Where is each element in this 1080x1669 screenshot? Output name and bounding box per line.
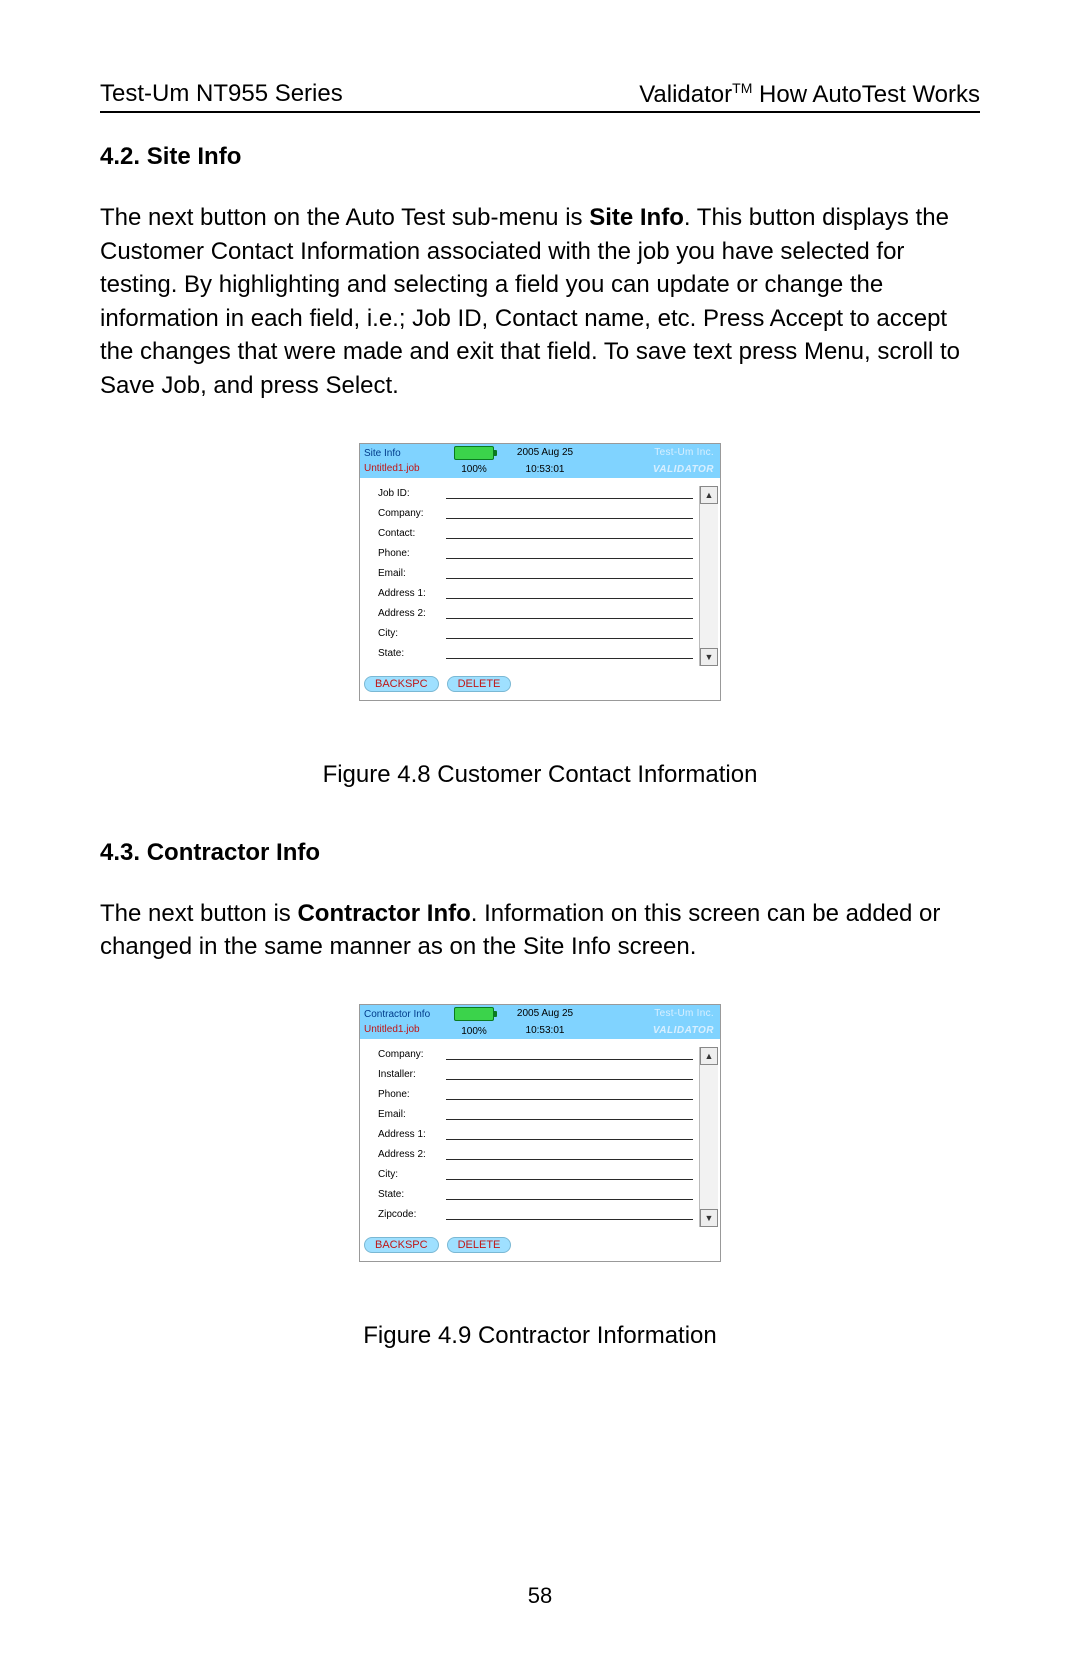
page-number: 58 xyxy=(0,1583,1080,1609)
field-input[interactable] xyxy=(446,1067,693,1080)
scrollbar[interactable]: ▲ ▼ xyxy=(699,486,718,666)
figure-4-9-caption: Figure 4.9 Contractor Information xyxy=(100,1322,980,1350)
date-label: 2005 Aug 25 xyxy=(502,447,588,458)
field-input[interactable] xyxy=(446,1127,693,1140)
field-input[interactable] xyxy=(446,586,693,599)
brand-company: Test-Um Inc. xyxy=(654,1008,714,1019)
contractor-info-screenshot: Contractor Info Untitled1.job 100% 2005 … xyxy=(359,1004,721,1262)
field-label: Company: xyxy=(378,508,440,519)
figure-4-8-caption: Figure 4.8 Customer Contact Information xyxy=(100,761,980,789)
field-label: City: xyxy=(378,1169,440,1180)
field-input[interactable] xyxy=(446,546,693,559)
field-label: Phone: xyxy=(378,1089,440,1100)
battery-percent: 100% xyxy=(461,464,487,475)
site-info-screenshot: Site Info Untitled1.job 100% 2005 Aug 25… xyxy=(359,443,721,701)
brand-company: Test-Um Inc. xyxy=(654,447,714,458)
date-label: 2005 Aug 25 xyxy=(502,1008,588,1019)
scroll-down-icon[interactable]: ▼ xyxy=(700,648,718,666)
job-filename: Untitled1.job xyxy=(364,1024,442,1035)
trademark-superscript: TM xyxy=(732,80,752,96)
delete-button[interactable]: DELETE xyxy=(447,676,512,692)
header-left: Test-Um NT955 Series xyxy=(100,80,343,109)
screen-title: Site Info xyxy=(364,448,442,459)
section-4-3-title: 4.3. Contractor Info xyxy=(100,839,980,867)
scroll-down-icon[interactable]: ▼ xyxy=(700,1209,718,1227)
device-header: Site Info Untitled1.job 100% 2005 Aug 25… xyxy=(360,444,720,478)
page-header: Test-Um NT955 Series ValidatorTM How Aut… xyxy=(100,80,980,113)
field-input[interactable] xyxy=(446,506,693,519)
field-label: Email: xyxy=(378,568,440,579)
header-right: ValidatorTM How AutoTest Works xyxy=(639,80,980,109)
field-label: State: xyxy=(378,648,440,659)
battery-icon xyxy=(454,446,494,460)
field-label: Installer: xyxy=(378,1069,440,1080)
field-label: Company: xyxy=(378,1049,440,1060)
field-input[interactable] xyxy=(446,1087,693,1100)
field-label: Phone: xyxy=(378,548,440,559)
field-label: Zipcode: xyxy=(378,1209,440,1220)
field-label: Address 1: xyxy=(378,588,440,599)
section-4-2-title: 4.2. Site Info xyxy=(100,143,980,171)
field-label: Email: xyxy=(378,1109,440,1120)
brand-product: VALIDATOR xyxy=(653,1025,714,1036)
field-label: Address 1: xyxy=(378,1129,440,1140)
delete-button[interactable]: DELETE xyxy=(447,1237,512,1253)
field-label: Contact: xyxy=(378,528,440,539)
job-filename: Untitled1.job xyxy=(364,463,442,474)
field-input[interactable] xyxy=(446,566,693,579)
section-4-2-paragraph: The next button on the Auto Test sub-men… xyxy=(100,201,980,403)
field-label: Job ID: xyxy=(378,488,440,499)
scroll-up-icon[interactable]: ▲ xyxy=(700,486,718,504)
scrollbar[interactable]: ▲ ▼ xyxy=(699,1047,718,1227)
field-input[interactable] xyxy=(446,606,693,619)
field-input[interactable] xyxy=(446,1187,693,1200)
screen-title: Contractor Info xyxy=(364,1009,442,1020)
field-input[interactable] xyxy=(446,526,693,539)
section-4-3-paragraph: The next button is Contractor Info. Info… xyxy=(100,897,980,964)
backspc-button[interactable]: BACKSPC xyxy=(364,1237,439,1253)
field-label: State: xyxy=(378,1189,440,1200)
scroll-up-icon[interactable]: ▲ xyxy=(700,1047,718,1065)
field-input[interactable] xyxy=(446,1107,693,1120)
field-label: City: xyxy=(378,628,440,639)
contractor-info-fields: Company: Installer: Phone: Email: Addres… xyxy=(360,1047,699,1227)
device-header: Contractor Info Untitled1.job 100% 2005 … xyxy=(360,1005,720,1039)
field-input[interactable] xyxy=(446,1167,693,1180)
field-input[interactable] xyxy=(446,1047,693,1060)
field-label: Address 2: xyxy=(378,608,440,619)
time-label: 10:53:01 xyxy=(502,1025,588,1036)
battery-icon xyxy=(454,1007,494,1021)
site-info-fields: Job ID: Company: Contact: Phone: Email: … xyxy=(360,486,699,666)
field-input[interactable] xyxy=(446,646,693,659)
battery-percent: 100% xyxy=(461,1026,487,1037)
field-input[interactable] xyxy=(446,1147,693,1160)
field-input[interactable] xyxy=(446,1207,693,1220)
backspc-button[interactable]: BACKSPC xyxy=(364,676,439,692)
time-label: 10:53:01 xyxy=(502,464,588,475)
brand-product: VALIDATOR xyxy=(653,464,714,475)
field-input[interactable] xyxy=(446,626,693,639)
field-input[interactable] xyxy=(446,486,693,499)
field-label: Address 2: xyxy=(378,1149,440,1160)
